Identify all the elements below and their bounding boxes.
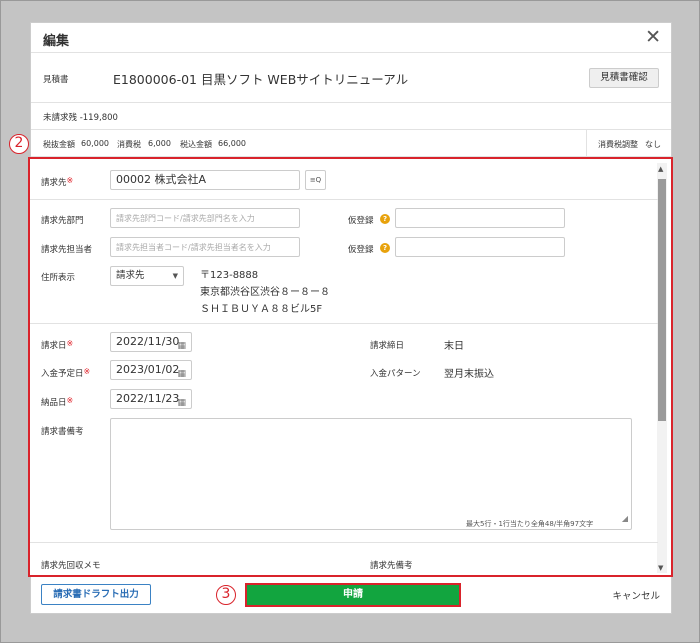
address-line-3: ＳＨＩＢＵＹＡ８８ビル5F <box>200 304 323 315</box>
dialog-header: 編集 ✕ <box>31 23 671 53</box>
temp-register-label-2: 仮登録 <box>348 245 374 255</box>
remarks-textarea[interactable]: ◢ <box>110 418 632 530</box>
estimate-text: E1800006-01 目黒ソフト WEBサイトリニューアル <box>113 72 409 87</box>
tax-excl-value: 60,000 <box>81 139 109 148</box>
estimate-label: 見積書 <box>43 75 69 85</box>
close-icon[interactable]: ✕ <box>645 26 661 48</box>
callout-badge-3: 3 <box>216 585 236 605</box>
tax-incl-value: 66,000 <box>218 139 246 148</box>
client-remarks-label: 請求先備考 <box>370 561 413 571</box>
tax-separator <box>586 130 587 157</box>
dept-input[interactable]: 請求先部門コード/請求先部門名を入力 <box>110 208 300 228</box>
chevron-down-icon: ▼ <box>172 272 178 280</box>
dialog-footer: 請求書ドラフト出力 申請 キャンセル <box>30 580 672 614</box>
search-icon[interactable]: ≡Q <box>305 170 326 190</box>
scroll-down-icon[interactable]: ▼ <box>658 564 663 572</box>
help-icon[interactable]: ? <box>380 214 390 224</box>
remarks-label: 請求書備考 <box>41 427 84 437</box>
calendar-icon[interactable]: ▦ <box>177 337 186 355</box>
resize-handle-icon[interactable]: ◢ <box>622 510 628 528</box>
apply-button[interactable]: 申請 <box>245 583 461 607</box>
address-line-2: 東京都渋谷区渋谷８ー８ー８ <box>200 287 330 298</box>
estimate-confirm-button[interactable]: 見積書確認 <box>589 68 659 88</box>
billing-to-label: 請求先※ <box>41 176 74 188</box>
address-line-1: 〒123-8888 <box>200 270 259 281</box>
tax-excl-label: 税抜金額 <box>43 140 75 149</box>
bill-date-input[interactable]: 2022/11/30 ▦ <box>110 332 192 352</box>
billing-to-input[interactable]: 00002 株式会社A <box>110 170 300 190</box>
tax-adjust-label: 消費税調整 <box>598 140 638 149</box>
tax-value: 6,000 <box>148 139 171 148</box>
address-label: 住所表示 <box>41 273 76 283</box>
tax-summary-row: 税抜金額 60,000 消費税 6,000 税込金額 66,000 消費税調整 … <box>31 130 671 157</box>
draft-output-button[interactable]: 請求書ドラフト出力 <box>41 584 151 605</box>
collection-memo-label: 請求先回収メモ <box>41 561 101 571</box>
person-input[interactable]: 請求先担当者コード/請求先担当者名を入力 <box>110 237 300 257</box>
temp-register-input-2[interactable] <box>395 237 565 257</box>
tax-adjust-value: なし <box>645 140 661 149</box>
dialog-title: 編集 <box>43 34 70 49</box>
estimate-row: 見積書 E1800006-01 目黒ソフト WEBサイトリニューアル 見積書確認 <box>31 53 671 103</box>
scroll-up-icon[interactable]: ▲ <box>658 165 663 173</box>
tax-incl-label: 税込金額 <box>180 140 212 149</box>
cancel-link[interactable]: キャンセル <box>612 588 660 602</box>
unbilled-row: 未請求残 -119,800 <box>31 103 671 130</box>
unbilled-text: 未請求残 -119,800 <box>43 113 118 123</box>
payment-pattern-label: 入金パターン <box>370 369 421 379</box>
remarks-hint: 最大5行・1行当たり全角48/半角97文字 <box>466 520 594 528</box>
calendar-icon[interactable]: ▦ <box>177 394 186 412</box>
divider <box>30 199 658 200</box>
scrollbar[interactable]: ▲ ▼ <box>657 163 667 573</box>
address-select[interactable]: 請求先 ▼ <box>110 266 184 286</box>
delivery-date-input[interactable]: 2022/11/23 ▦ <box>110 389 192 409</box>
delivery-date-label: 納品日※ <box>41 396 74 408</box>
due-date-label: 入金予定日※ <box>41 367 91 379</box>
person-label: 請求先担当者 <box>41 245 93 255</box>
temp-register-label-1: 仮登録 <box>348 216 374 226</box>
dept-label: 請求先部門 <box>41 216 84 226</box>
divider <box>30 542 658 543</box>
temp-register-input-1[interactable] <box>395 208 565 228</box>
scroll-thumb[interactable] <box>658 179 666 421</box>
closing-date-value: 末日 <box>444 341 464 352</box>
payment-pattern-value: 翌月末振込 <box>444 369 494 380</box>
closing-date-label: 請求締日 <box>370 341 405 351</box>
bill-date-label: 請求日※ <box>41 339 74 351</box>
callout-badge-2: 2 <box>9 134 29 154</box>
help-icon[interactable]: ? <box>380 243 390 253</box>
invoice-form-panel: ▲ ▼ 請求先※ 00002 株式会社A ≡Q 請求先部門 請求先部門コード/請… <box>28 157 673 577</box>
tax-label: 消費税 <box>117 140 141 149</box>
divider <box>30 323 658 324</box>
calendar-icon[interactable]: ▦ <box>177 365 186 383</box>
due-date-input[interactable]: 2023/01/02 ▦ <box>110 360 192 380</box>
